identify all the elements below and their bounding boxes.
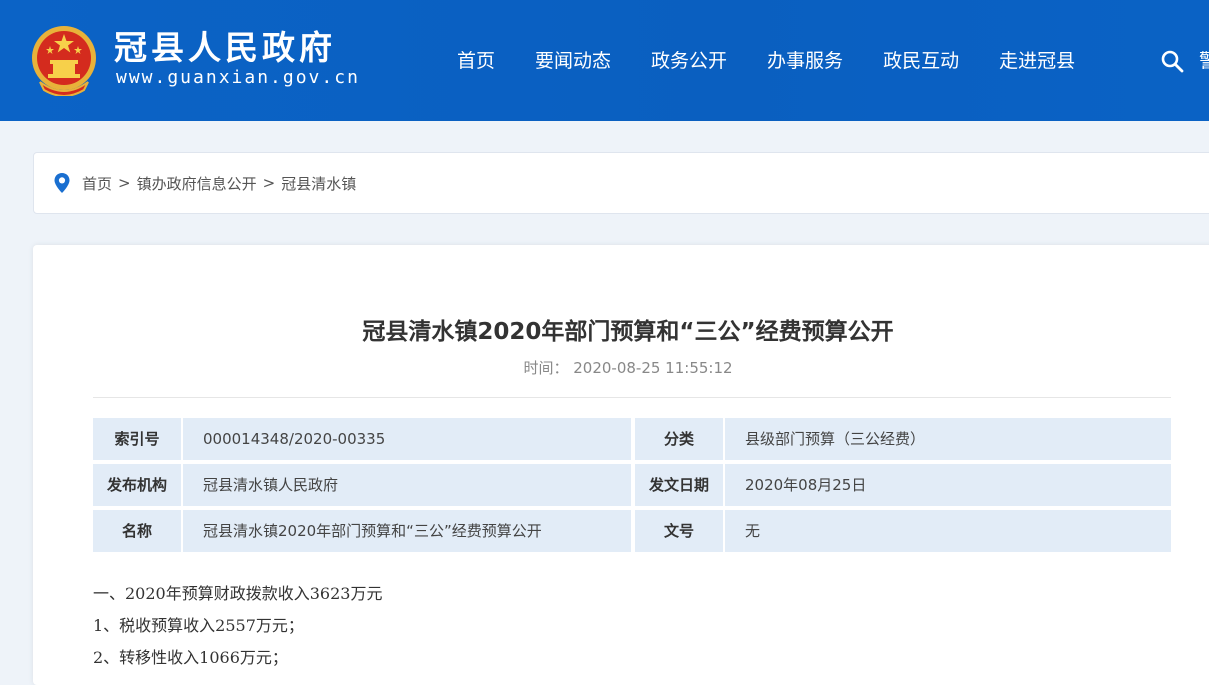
breadcrumb-town-info[interactable]: 镇办政府信息公开 [137,173,257,194]
breadcrumb-trail: 首页 > 镇办政府信息公开 > 冠县清水镇 [82,153,356,213]
info-table: 索引号 000014348/2020-00335 分类 县级部门预算（三公经费）… [93,418,1171,556]
info-key: 分类 [635,418,723,460]
breadcrumb-separator: > [118,174,131,192]
article-title: 冠县清水镇2020年部门预算和“三公”经费预算公开 [362,319,894,345]
info-value: 冠县清水镇人民政府 [183,464,631,506]
nav-item-clipped[interactable]: 警 [1199,44,1209,78]
info-value: 000014348/2020-00335 [183,418,631,460]
info-value: 冠县清水镇2020年部门预算和“三公”经费预算公开 [183,510,631,552]
breadcrumb-home[interactable]: 首页 [82,173,112,194]
breadcrumb-current[interactable]: 冠县清水镇 [281,173,356,194]
body-paragraph: 1、税收预算收入2557万元； [93,616,304,635]
nav-item-interaction[interactable]: 政民互动 [883,44,959,78]
nav-item-public-affairs[interactable]: 政务公开 [651,44,727,78]
nav-item-services[interactable]: 办事服务 [767,44,843,78]
info-row: 索引号 000014348/2020-00335 分类 县级部门预算（三公经费） [93,418,1171,460]
location-pin-icon [54,173,70,193]
site-header: 冠县人民政府 www.guanxian.gov.cn 首页 要闻动态 政务公开 … [0,0,1209,121]
site-url[interactable]: www.guanxian.gov.cn [116,68,360,88]
nav-item-about[interactable]: 走进冠县 [999,44,1075,78]
main-nav: 首页 要闻动态 政务公开 办事服务 政民互动 走进冠县 [457,44,1115,78]
breadcrumb-separator: > [262,174,276,192]
info-key: 名称 [93,510,181,552]
breadcrumb: 首页 > 镇办政府信息公开 > 冠县清水镇 [33,152,1209,214]
title-divider [93,397,1171,398]
time-label: 时间： [523,359,569,377]
info-key: 文号 [635,510,723,552]
site-name[interactable]: 冠县人民政府 [114,28,336,68]
info-value: 无 [725,510,1171,552]
info-value: 2020年08月25日 [725,464,1171,506]
nav-item-home[interactable]: 首页 [457,44,495,78]
search-icon[interactable] [1160,49,1184,73]
article-body: 一、2020年预算财政拨款收入3623万元 1、税收预算收入2557万元； 2、… [93,578,382,674]
info-value: 县级部门预算（三公经费） [725,418,1171,460]
info-row: 发布机构 冠县清水镇人民政府 发文日期 2020年08月25日 [93,464,1171,506]
info-key: 发文日期 [635,464,723,506]
nav-item-news[interactable]: 要闻动态 [535,44,611,78]
article-panel: 冠县清水镇2020年部门预算和“三公”经费预算公开 时间： 2020-08-25… [33,245,1209,685]
national-emblem-icon [32,26,96,96]
info-key: 发布机构 [93,464,181,506]
info-key: 索引号 [93,418,181,460]
body-paragraph: 2、转移性收入1066万元； [93,648,288,667]
info-row: 名称 冠县清水镇2020年部门预算和“三公”经费预算公开 文号 无 [93,510,1171,552]
body-paragraph: 一、2020年预算财政拨款收入3623万元 [93,584,383,603]
publish-time: 2020-08-25 11:55:12 [573,359,733,377]
article-meta: 时间： 2020-08-25 11:55:12 [33,357,1209,379]
